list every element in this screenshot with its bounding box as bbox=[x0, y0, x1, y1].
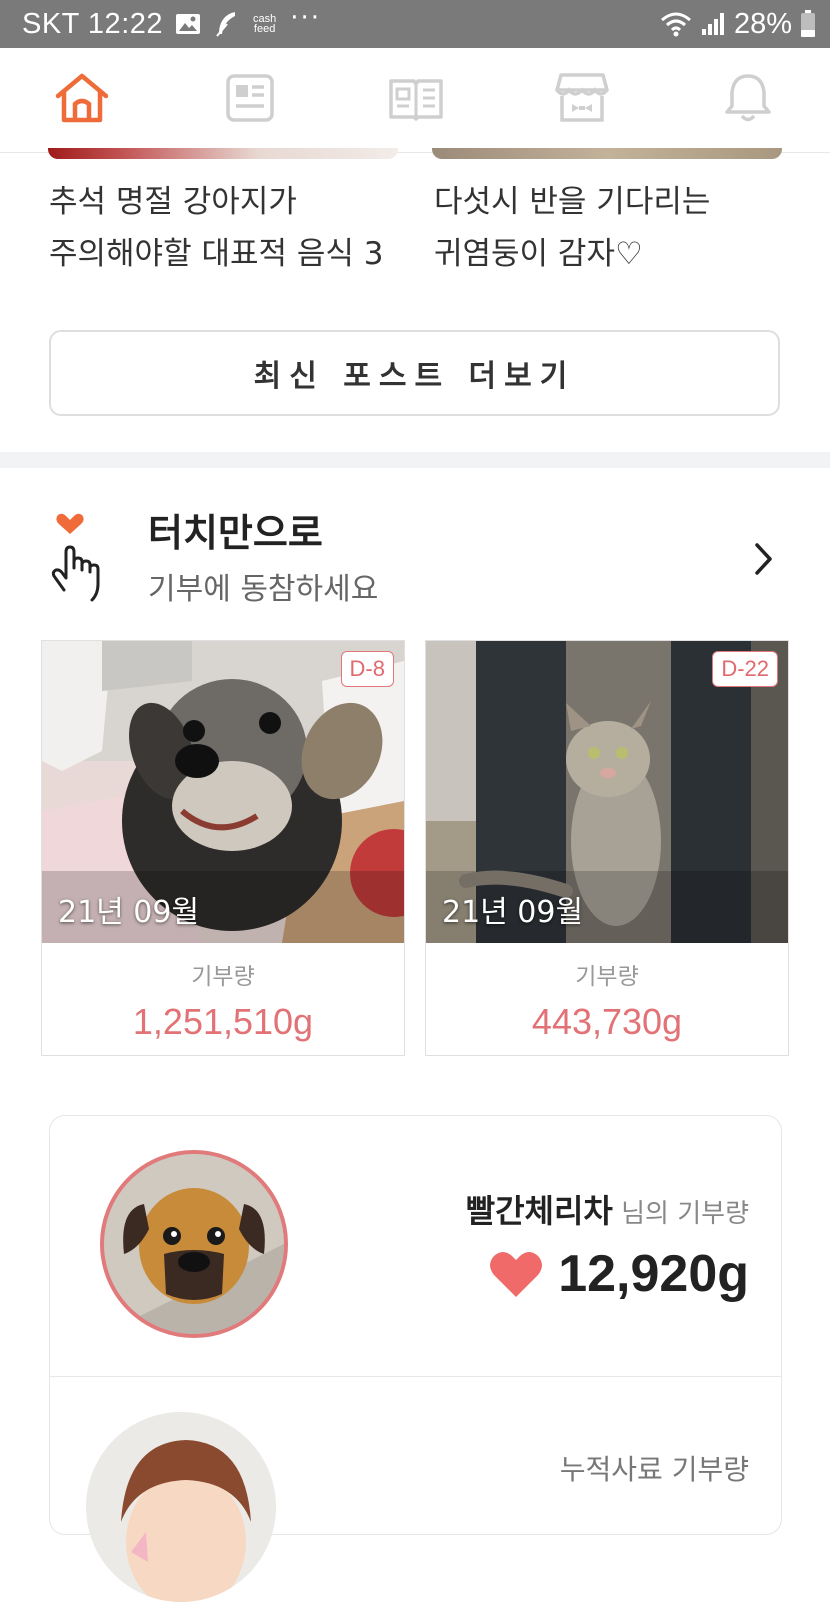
article-title[interactable]: 다섯시 반을 기다리는 귀염둥이 감자♡ bbox=[434, 176, 710, 280]
dday-badge: D-8 bbox=[340, 651, 394, 687]
section-divider bbox=[0, 452, 830, 468]
card-date: 21년 09월 bbox=[58, 895, 200, 930]
notification-icons: cash feed ··· bbox=[175, 3, 322, 38]
donation-amount: 1,251,510g bbox=[132, 1001, 314, 1042]
user-donation-box: 빨간체리차 님의 기부량 12,920g 누적사료 기부량 bbox=[49, 1115, 782, 1602]
article-thumbnail[interactable] bbox=[48, 148, 398, 159]
username-line: 빨간체리차 님의 기부량 bbox=[466, 1186, 749, 1232]
carrier-time: SKT 12:22 bbox=[22, 8, 164, 40]
touch-heart-icon bbox=[51, 513, 100, 602]
wifi-icon bbox=[660, 12, 691, 37]
nav-home[interactable] bbox=[52, 68, 112, 128]
feather-icon bbox=[216, 12, 235, 37]
avatar[interactable] bbox=[100, 1150, 288, 1338]
donation-card-image: D-8 21년 09월 bbox=[42, 641, 404, 943]
battery-percent: 28% bbox=[733, 7, 792, 40]
username-suffix: 님의 기부량 bbox=[612, 1199, 749, 1229]
nav-book[interactable] bbox=[386, 68, 446, 128]
status-right: 28% bbox=[660, 6, 816, 42]
cumulative-donation-label: 누적사료 기부량 bbox=[559, 1453, 749, 1486]
heart-icon bbox=[490, 1252, 543, 1297]
dog-avatar bbox=[104, 1154, 284, 1334]
battery-icon bbox=[801, 10, 815, 37]
dday-badge: D-22 bbox=[712, 651, 778, 687]
article-title[interactable]: 추석 명절 강아지가 주의해야할 대표적 음식 3 bbox=[49, 176, 383, 280]
nav-notifications[interactable] bbox=[718, 68, 778, 128]
gallery-icon bbox=[176, 14, 200, 34]
user-donation-value: 12,920g bbox=[558, 1245, 749, 1303]
nav-news[interactable] bbox=[220, 68, 280, 128]
cashfeed-icon: cash feed bbox=[253, 13, 277, 35]
donation-card[interactable]: D-22 21년 09월 기부량 443,730g bbox=[425, 640, 789, 1056]
donation-label: 기부량 bbox=[191, 964, 255, 990]
book-icon bbox=[389, 79, 443, 121]
nav-shop[interactable] bbox=[552, 68, 612, 128]
donation-section-subtitle: 기부에 동참하세요 bbox=[148, 572, 379, 607]
article-thumbnail[interactable] bbox=[432, 148, 782, 159]
donation-card-image: D-22 21년 09월 bbox=[426, 641, 788, 943]
card-date: 21년 09월 bbox=[442, 895, 584, 930]
donation-amount: 443,730g bbox=[531, 1001, 683, 1042]
top-nav bbox=[0, 48, 830, 153]
avatar[interactable] bbox=[86, 1412, 276, 1602]
signal-icon bbox=[701, 13, 724, 35]
shop-icon bbox=[555, 73, 609, 122]
username: 빨간체리차 bbox=[465, 1192, 613, 1230]
more-dots-icon: ··· bbox=[290, 3, 322, 33]
bell-icon bbox=[725, 74, 771, 122]
more-posts-button[interactable]: 최신 포스트 더보기 bbox=[49, 330, 780, 416]
user-donation: 12,920g bbox=[488, 1244, 749, 1304]
divider bbox=[50, 1376, 781, 1377]
donation-card[interactable]: D-8 21년 09월 기부량 1,251,510g bbox=[41, 640, 405, 1056]
home-icon bbox=[55, 73, 109, 123]
person-avatar bbox=[86, 1412, 276, 1602]
chevron-right-icon[interactable] bbox=[748, 540, 778, 578]
status-bar: SKT 12:22 cash feed ··· 28% bbox=[0, 0, 830, 48]
donation-label: 기부량 bbox=[575, 964, 639, 990]
donation-section-title: 터치만으로 bbox=[148, 511, 323, 555]
news-icon bbox=[226, 74, 274, 122]
